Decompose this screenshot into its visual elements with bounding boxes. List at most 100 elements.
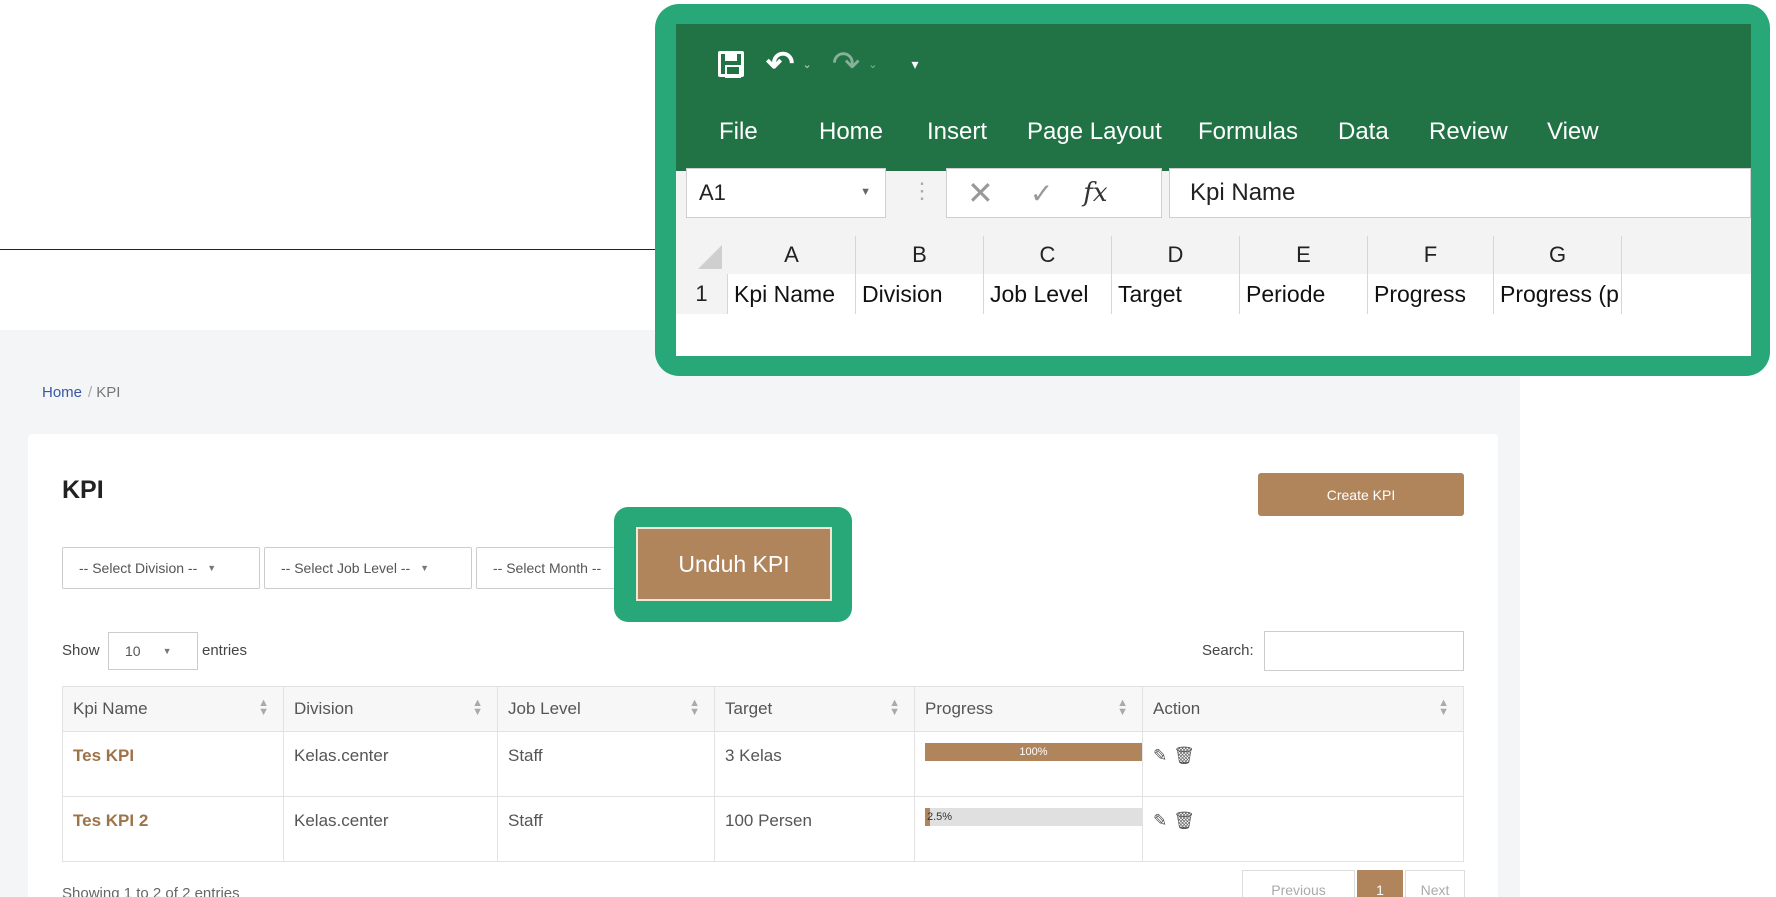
progress-cell: 2.5% <box>914 796 1143 862</box>
kpi-name-link[interactable]: Tes KPI 2 <box>62 796 284 862</box>
enter-icon[interactable]: ✓ <box>1030 177 1053 210</box>
search-input[interactable] <box>1264 631 1464 671</box>
column-job-level[interactable]: Job Level ▲ ▼ <box>497 686 715 732</box>
column-action[interactable]: Action ▲ ▼ <box>1142 686 1464 732</box>
breadcrumb-current: KPI <box>96 384 121 401</box>
sort-icon: ▲ ▼ <box>258 697 269 718</box>
cell-b1[interactable]: Division <box>856 274 984 314</box>
sort-icon: ▲ ▼ <box>689 697 700 718</box>
show-label: Show <box>62 642 100 659</box>
column-header-c[interactable]: C <box>984 236 1112 274</box>
name-box[interactable]: A1 ▼ <box>686 168 886 218</box>
table-info: Showing 1 to 2 of 2 entries <box>62 885 240 897</box>
undo-icon[interactable]: ↶ <box>766 47 795 81</box>
tab-file[interactable]: File <box>719 118 758 146</box>
target-cell: 100 Persen <box>714 796 915 862</box>
tab-page-layout[interactable]: Page Layout <box>1027 118 1162 146</box>
table-header-row: Kpi Name ▲ ▼ Division ▲ ▼ Job Level ▲ ▼ Target… <box>62 686 1464 732</box>
sort-icon: ▲ ▼ <box>472 697 483 718</box>
column-label: Kpi Name <box>73 699 148 718</box>
cell-d1[interactable]: Target <box>1112 274 1240 314</box>
save-icon[interactable] <box>718 51 744 78</box>
quick-access-toolbar: ↶ ⌄ ↷ ⌄ ▾ <box>718 42 918 86</box>
division-select-value: -- Select Division -- <box>79 560 198 576</box>
cell-a1[interactable]: Kpi Name <box>728 274 856 314</box>
column-header-b[interactable]: B <box>856 236 984 274</box>
edit-icon[interactable]: ✎ <box>1153 811 1167 830</box>
page-title: KPI <box>62 476 104 504</box>
select-all-icon[interactable] <box>698 245 722 269</box>
division-select[interactable]: -- Select Division -- ▼ <box>62 547 260 589</box>
job-level-select-value: -- Select Job Level -- <box>281 560 411 576</box>
column-header-d[interactable]: D <box>1112 236 1240 274</box>
column-target[interactable]: Target ▲ ▼ <box>714 686 915 732</box>
sort-icon: ▲ ▼ <box>1438 697 1449 718</box>
column-header-a[interactable]: A <box>728 236 856 274</box>
column-label: Division <box>294 699 354 718</box>
tab-data[interactable]: Data <box>1338 118 1389 146</box>
formula-input[interactable]: Kpi Name <box>1169 168 1751 218</box>
row-header-1[interactable]: 1 <box>676 274 728 314</box>
sort-icon: ▲ ▼ <box>1117 697 1128 718</box>
header-divider <box>0 249 670 250</box>
month-select[interactable]: -- Select Month -- <box>476 547 636 589</box>
cancel-icon[interactable]: ✕ <box>967 174 994 212</box>
formula-bar-buttons: ✕ ✓ fx <box>946 168 1162 218</box>
function-icon[interactable]: fx <box>1083 178 1107 208</box>
action-cell: ✎ 🗑 <box>1142 796 1464 862</box>
tab-view[interactable]: View <box>1547 118 1599 146</box>
cell-f1[interactable]: Progress <box>1368 274 1494 314</box>
pagination-previous[interactable]: Previous <box>1242 870 1355 897</box>
progress-label: 2.5% <box>927 811 953 823</box>
table-row: Tes KPI 2 Kelas.center Staff 100 Persen … <box>62 796 1464 862</box>
chevron-down-icon[interactable]: ⌄ <box>803 58 812 71</box>
formula-bar-grip-icon: ⋮ <box>911 178 933 203</box>
column-division[interactable]: Division ▲ ▼ <box>283 686 498 732</box>
month-select-value: -- Select Month -- <box>493 560 602 576</box>
delete-icon[interactable]: 🗑 <box>1173 811 1195 830</box>
unduh-kpi-button[interactable]: Unduh KPI <box>636 527 832 601</box>
column-header-e[interactable]: E <box>1240 236 1368 274</box>
breadcrumb-home[interactable]: Home <box>42 384 82 401</box>
column-kpi-name[interactable]: Kpi Name ▲ ▼ <box>62 686 284 732</box>
job-level-select[interactable]: -- Select Job Level -- ▼ <box>264 547 472 589</box>
entries-length-select[interactable]: 10 ▼ <box>108 632 198 670</box>
breadcrumb-separator: / <box>88 384 93 401</box>
chevron-down-icon[interactable]: ▼ <box>860 186 871 198</box>
kpi-name-link[interactable]: Tes KPI <box>62 731 284 797</box>
column-label: Progress <box>925 699 994 718</box>
cell-c1[interactable]: Job Level <box>984 274 1112 314</box>
breadcrumb: Home / KPI <box>42 384 120 401</box>
tab-home[interactable]: Home <box>819 118 883 146</box>
name-box-value: A1 <box>699 180 726 205</box>
pagination-page-1[interactable]: 1 <box>1357 870 1403 897</box>
cell-e1[interactable]: Periode <box>1240 274 1368 314</box>
customize-qat-icon[interactable]: ▾ <box>911 56 918 73</box>
delete-icon[interactable]: 🗑 <box>1173 746 1195 765</box>
create-kpi-button[interactable]: Create KPI <box>1258 473 1464 516</box>
progress-bar: 100% <box>925 743 1142 761</box>
column-header-g[interactable]: G <box>1494 236 1622 274</box>
tab-formulas[interactable]: Formulas <box>1198 118 1298 146</box>
action-cell: ✎ 🗑 <box>1142 731 1464 797</box>
cell-g1[interactable]: Progress (p <box>1494 274 1622 314</box>
column-label: Job Level <box>508 699 581 718</box>
chevron-down-icon: ▼ <box>162 646 172 656</box>
redo-icon[interactable]: ↷ <box>832 47 861 81</box>
column-label: Target <box>725 699 773 718</box>
chevron-down-icon: ▼ <box>207 563 217 573</box>
table-row: Tes KPI Kelas.center Staff 3 Kelas 100% … <box>62 731 1464 797</box>
chevron-down-icon[interactable]: ⌄ <box>868 58 877 71</box>
division-cell: Kelas.center <box>283 731 498 797</box>
progress-label: 100% <box>1019 746 1048 758</box>
job-level-cell: Staff <box>497 796 715 862</box>
tab-review[interactable]: Review <box>1429 118 1508 146</box>
division-cell: Kelas.center <box>283 796 498 862</box>
progress-cell: 100% <box>914 731 1143 797</box>
tab-insert[interactable]: Insert <box>927 118 987 146</box>
edit-icon[interactable]: ✎ <box>1153 746 1167 765</box>
column-progress[interactable]: Progress ▲ ▼ <box>914 686 1143 732</box>
entries-label: entries <box>202 642 248 659</box>
pagination-next[interactable]: Next <box>1405 870 1465 897</box>
column-header-f[interactable]: F <box>1368 236 1494 274</box>
